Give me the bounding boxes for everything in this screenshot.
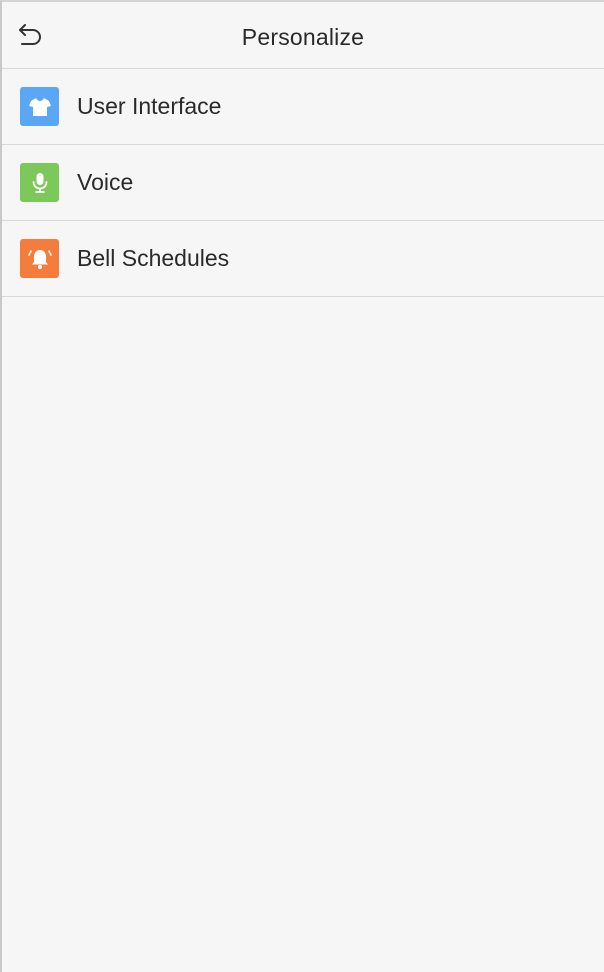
- page-title: Personalize: [241, 24, 365, 50]
- menu-item-voice[interactable]: Voice: [2, 145, 604, 221]
- menu-item-label: Bell Schedules: [77, 245, 230, 271]
- menu-item-user-interface[interactable]: User Interface: [2, 69, 604, 145]
- menu-item-label: User Interface: [77, 93, 222, 119]
- settings-menu: User Interface Voice Bell Schedules: [2, 69, 604, 297]
- menu-item-label: Voice: [77, 169, 134, 195]
- header-bar: Personalize: [2, 2, 604, 69]
- bell-icon: [20, 239, 59, 278]
- microphone-icon: [20, 163, 59, 202]
- personalize-screen: Personalize User Interface Voice Bell Sc…: [0, 0, 604, 972]
- menu-item-bell-schedules[interactable]: Bell Schedules: [2, 221, 604, 297]
- tshirt-icon: [20, 87, 59, 126]
